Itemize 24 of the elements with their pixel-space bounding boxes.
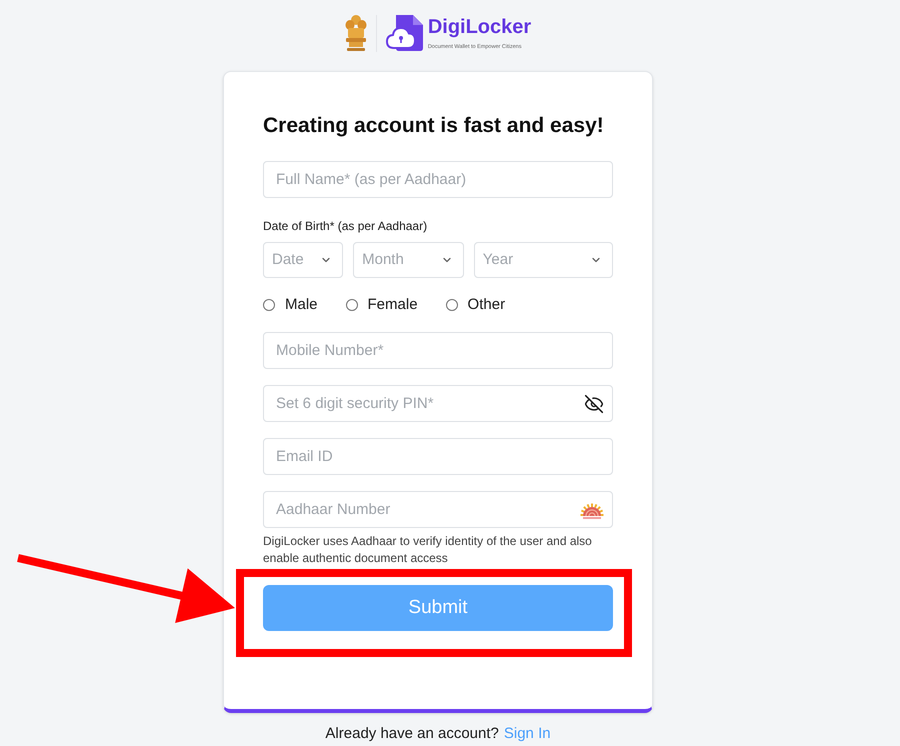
brand-name: DigiLocker [428,15,532,39]
aadhaar-note: DigiLocker uses Aadhaar to verify identity of the user and also enable authentic document access [263,533,593,567]
radio-label: Female [368,295,418,315]
date-of-birth-label: Date of Birth* (as per Aadhaar) [263,218,428,234]
radio-button[interactable] [263,299,275,311]
sign-in-link[interactable]: Sign In [504,724,551,744]
select-field[interactable]: Date [263,242,344,278]
eye-off-icon[interactable] [584,394,604,414]
input-field[interactable]: Aadhaar Number [263,491,613,528]
select-field[interactable]: Year [474,242,613,278]
input-field[interactable]: Email ID [263,438,613,475]
emblem-icon [344,14,367,52]
radio-label: Other [468,295,506,315]
submit-button[interactable]: Submit [263,585,613,631]
input-field[interactable]: Set 6 digit security PIN* [263,385,613,422]
document-cloud-logo [386,15,424,51]
radio-button[interactable] [346,299,358,311]
form-title: Creating account is fast and easy! [263,113,605,139]
select-field[interactable]: Month [353,242,464,278]
radio-label: Male [285,295,318,315]
input-field[interactable]: Mobile Number* [263,332,613,369]
radio-button[interactable] [446,299,458,311]
sign-in-prompt: Already have an account? [325,724,499,744]
input-field[interactable]: Full Name* (as per Aadhaar) [263,161,613,198]
